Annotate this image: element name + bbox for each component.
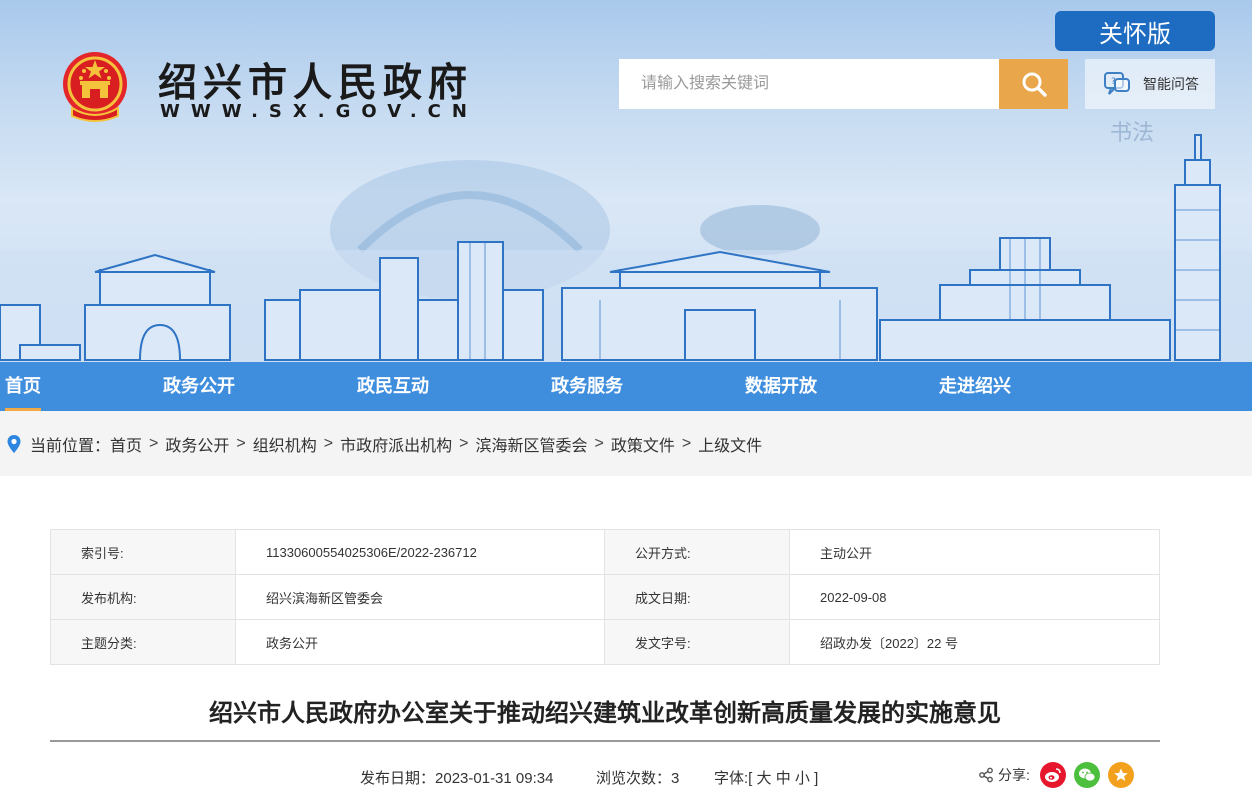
written-date-label: 成文日期: bbox=[604, 574, 790, 620]
publish-date-value: 2023-01-31 09:34 bbox=[435, 770, 554, 787]
breadcrumb-home[interactable]: 首页 bbox=[110, 432, 142, 456]
font-size-medium-button[interactable]: 中 bbox=[776, 770, 791, 787]
document-metadata-table: 索引号: 11330600554025306E/2022-236712 公开方式… bbox=[50, 529, 1160, 665]
national-emblem-icon bbox=[63, 52, 127, 122]
view-count-label: 浏览次数： bbox=[596, 770, 672, 787]
index-number-value: 11330600554025306E/2022-236712 bbox=[235, 529, 605, 575]
care-mode-button[interactable]: 关怀版 bbox=[1055, 11, 1215, 51]
main-nav: 首页 政务公开 政民互动 政务服务 数据开放 走进绍兴 bbox=[0, 362, 1252, 411]
breadcrumb-separator: > bbox=[459, 434, 469, 452]
breadcrumb: 当前位置： 首页 > 政务公开 > 组织机构 > 市政府派出机构 > 滨海新区管… bbox=[0, 411, 1252, 476]
site-title[interactable]: 绍兴市人民政府 bbox=[158, 52, 473, 108]
nav-item-gov-services[interactable]: 政务服务 bbox=[551, 362, 623, 411]
table-row: 主题分类: 政务公开 发文字号: 绍政办发〔2022〕22 号 bbox=[50, 619, 1160, 665]
disclosure-method-value: 主动公开 bbox=[789, 529, 1160, 575]
publish-date-label: 发布日期： bbox=[360, 770, 436, 787]
publish-date: 发布日期：2023-01-31 09:34 bbox=[360, 767, 553, 788]
font-size-small-button[interactable]: 小 bbox=[795, 770, 810, 787]
topic-category-label: 主题分类: bbox=[50, 619, 236, 665]
disclosure-method-label: 公开方式: bbox=[604, 529, 790, 575]
document-number-label: 发文字号: bbox=[604, 619, 790, 665]
header-banner: 书法 绍兴市人民政府 WWW.SX.GOV.CN 关怀版 ? 智能问答 bbox=[0, 0, 1252, 362]
breadcrumb-separator: > bbox=[323, 434, 334, 452]
search-icon bbox=[1022, 72, 1047, 97]
nav-item-gov-affairs-open[interactable]: 政务公开 bbox=[163, 362, 235, 411]
smart-qa-button[interactable]: ? 智能问答 bbox=[1085, 59, 1215, 109]
table-row: 发布机构: 绍兴滨海新区管委会 成文日期: 2022-09-08 bbox=[50, 574, 1160, 620]
font-size-bracket: ] bbox=[814, 770, 819, 787]
wechat-icon bbox=[1078, 768, 1096, 782]
breadcrumb-gov-affairs-open[interactable]: 政务公开 bbox=[165, 432, 229, 456]
font-size-control: 字体:[ 大 中 小 ] bbox=[714, 767, 818, 788]
issuing-agency-value: 绍兴滨海新区管委会 bbox=[235, 574, 605, 620]
breadcrumb-separator: > bbox=[236, 434, 246, 452]
svg-text:书法: 书法 bbox=[1110, 121, 1154, 146]
svg-text:?: ? bbox=[1111, 77, 1116, 87]
breadcrumb-binhai-committee[interactable]: 滨海新区管委会 bbox=[475, 432, 587, 456]
breadcrumb-separator: > bbox=[681, 434, 692, 452]
document-number-value: 绍政办发〔2022〕22 号 bbox=[789, 619, 1160, 665]
breadcrumb-superior-documents[interactable]: 上级文件 bbox=[698, 432, 762, 456]
nav-item-about-shaoxing[interactable]: 走进绍兴 bbox=[939, 362, 1011, 411]
index-number-label: 索引号: bbox=[50, 529, 236, 575]
site-url: WWW.SX.GOV.CN bbox=[160, 101, 478, 122]
written-date-value: 2022-09-08 bbox=[789, 574, 1160, 620]
nav-item-home[interactable]: 首页 bbox=[5, 362, 41, 411]
share-label: 分享: bbox=[998, 767, 1030, 783]
nav-item-gov-public-interaction[interactable]: 政民互动 bbox=[357, 362, 429, 411]
view-count-value: 3 bbox=[671, 770, 680, 787]
breadcrumb-dispatched-agencies[interactable]: 市政府派出机构 bbox=[340, 432, 452, 456]
share-weibo-button[interactable] bbox=[1039, 762, 1066, 788]
font-size-large-button[interactable]: 大 bbox=[757, 770, 772, 787]
title-divider bbox=[50, 740, 1160, 742]
topic-category-value: 政务公开 bbox=[235, 619, 605, 665]
search-button[interactable] bbox=[999, 59, 1068, 109]
share-favorite-button[interactable] bbox=[1107, 762, 1134, 788]
breadcrumb-separator: > bbox=[594, 434, 604, 452]
share-icon bbox=[979, 767, 993, 783]
view-count: 浏览次数：3 bbox=[596, 767, 679, 788]
search-input[interactable] bbox=[619, 59, 999, 109]
breadcrumb-policy-documents[interactable]: 政策文件 bbox=[611, 432, 675, 456]
smart-qa-label: 智能问答 bbox=[1143, 76, 1199, 92]
font-size-label: 字体:[ bbox=[714, 770, 753, 787]
nav-item-open-data[interactable]: 数据开放 bbox=[745, 362, 817, 411]
table-row: 索引号: 11330600554025306E/2022-236712 公开方式… bbox=[50, 529, 1160, 575]
chat-question-icon: ? bbox=[1104, 72, 1130, 95]
location-pin-icon bbox=[7, 434, 21, 453]
share-wechat-button[interactable] bbox=[1073, 762, 1100, 788]
issuing-agency-label: 发布机构: bbox=[50, 574, 236, 620]
share-bar: 分享: bbox=[978, 762, 1142, 788]
breadcrumb-separator: > bbox=[149, 434, 159, 452]
breadcrumb-prefix: 当前位置： bbox=[30, 437, 111, 455]
article-title: 绍兴市人民政府办公室关于推动绍兴建筑业改革创新高质量发展的实施意见 bbox=[209, 700, 1001, 727]
breadcrumb-organization[interactable]: 组织机构 bbox=[253, 432, 317, 456]
weibo-icon bbox=[1044, 768, 1061, 782]
star-icon bbox=[1114, 768, 1128, 781]
